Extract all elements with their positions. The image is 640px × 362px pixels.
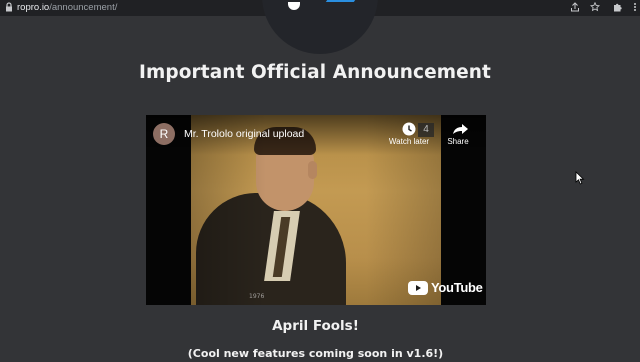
watch-later-label: Watch later (388, 137, 430, 146)
channel-avatar[interactable]: R (153, 123, 175, 145)
ropro-logo (262, 0, 378, 54)
mouse-cursor-icon (575, 171, 585, 185)
share-icon[interactable] (569, 2, 581, 14)
address-bar[interactable]: ropro.io/announcement/ (17, 2, 117, 14)
menu-icon[interactable] (630, 2, 640, 14)
youtube-watermark[interactable]: YouTube (408, 279, 483, 297)
share-arrow-icon (435, 121, 481, 137)
youtube-embed[interactable]: 1976 R Mr. Trololo original upload 4 Wat… (146, 115, 486, 305)
site-info-icon[interactable] (3, 2, 15, 14)
url-path: /announcement/ (49, 2, 118, 13)
logo-mark-white (288, 2, 300, 10)
video-year-text: 1976 (249, 293, 265, 300)
video-title[interactable]: Mr. Trololo original upload (184, 127, 304, 141)
watch-later-button[interactable]: Watch later (386, 121, 432, 153)
share-button[interactable]: Share (435, 121, 481, 153)
bookmark-star-icon[interactable] (589, 1, 601, 14)
clock-icon (386, 121, 432, 137)
url-domain: ropro.io (17, 2, 50, 13)
share-label: Share (447, 137, 469, 146)
youtube-label: YouTube (431, 280, 483, 295)
april-fools-heading: April Fools! (272, 318, 359, 334)
extensions-puzzle-icon[interactable] (612, 2, 624, 14)
logo-mark-blue (325, 0, 363, 2)
youtube-play-icon (408, 281, 428, 295)
page-title: Important Official Announcement (139, 62, 491, 83)
